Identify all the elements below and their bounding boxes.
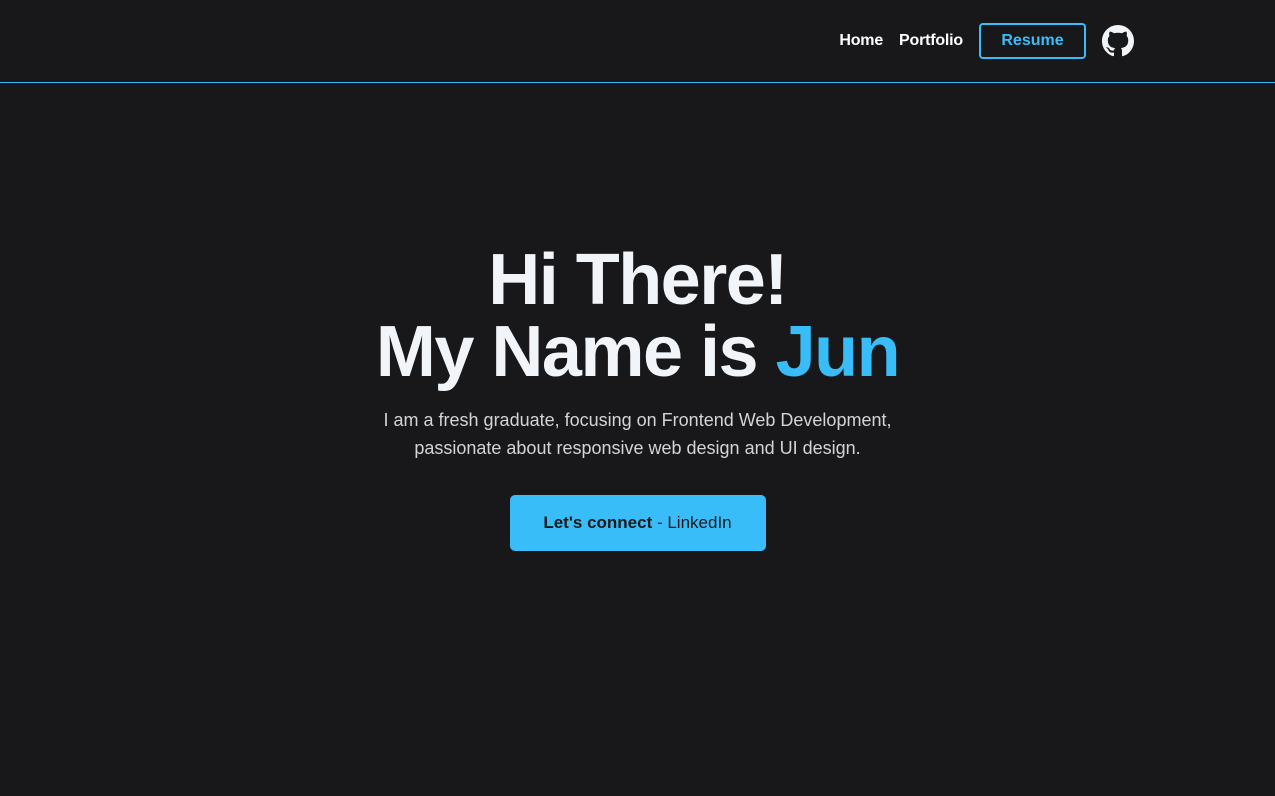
resume-button-label: Resume [1001,32,1064,49]
github-icon [1102,25,1134,57]
nav-link-home[interactable]: Home [839,32,883,50]
linkedin-connect-button[interactable]: Let's connect - LinkedIn [509,495,766,551]
navbar: Home Portfolio Resume [0,0,1275,83]
cta-bold-label: Let's connect [543,513,653,532]
nav-links: Home Portfolio Resume [839,0,1134,82]
hero-title-line1: Hi There! [488,240,788,320]
hero-description-line1: I am a fresh graduate, focusing on Front… [383,410,892,430]
resume-button[interactable]: Resume [979,23,1086,59]
hero-description: I am a fresh graduate, focusing on Front… [358,406,918,462]
hero-description-line2: passionate about responsive web design a… [414,438,861,458]
hero-title-prefix: My Name is [375,312,776,392]
page: Home Portfolio Resume Hi There! My Name … [0,0,1275,796]
hero-title-line2: My Name is Jun [0,316,1275,388]
cta-rest-label: - LinkedIn [652,513,732,532]
nav-link-portfolio[interactable]: Portfolio [899,32,963,50]
hero-name: Jun [775,312,901,392]
hero-section: Hi There! My Name is Jun I am a fresh gr… [0,244,1275,551]
github-link[interactable] [1102,25,1134,57]
hero-title: Hi There! My Name is Jun [0,244,1275,388]
